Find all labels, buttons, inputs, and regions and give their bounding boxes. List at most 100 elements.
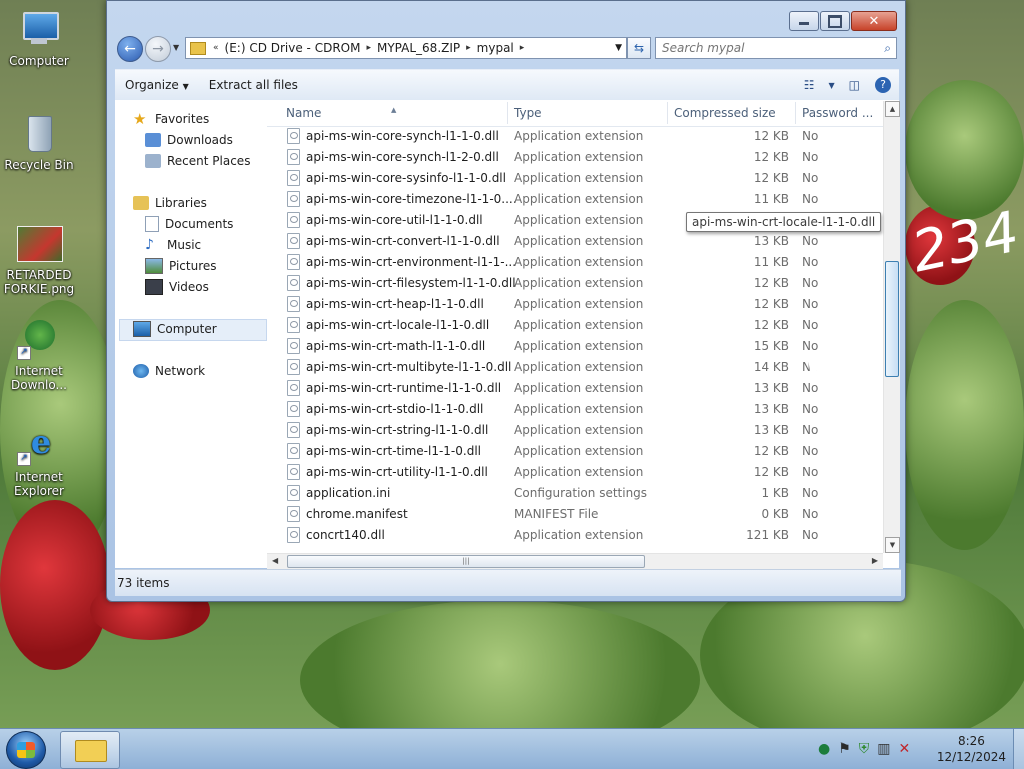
- minimize-button[interactable]: [789, 11, 819, 31]
- search-input[interactable]: [656, 40, 874, 56]
- file-row[interactable]: api-ms-win-crt-math-l1-1-0.dll Applicatio…: [267, 335, 883, 356]
- nav-computer[interactable]: Computer: [133, 320, 217, 338]
- security-shield-icon[interactable]: ⛨: [859, 741, 870, 757]
- nav-network[interactable]: Network: [133, 362, 205, 380]
- file-name: api-ms-win-crt-heap-l1-1-0.dll: [306, 296, 484, 311]
- clock[interactable]: 8:26 12/12/2024: [937, 733, 1006, 765]
- vertical-scroll-thumb[interactable]: [885, 261, 899, 377]
- start-button[interactable]: [6, 731, 46, 769]
- volume-muted-icon[interactable]: ✕: [899, 741, 911, 757]
- file-type: MANIFEST File: [514, 506, 599, 521]
- scroll-left-button[interactable]: ◀: [272, 556, 278, 565]
- nav-recent-places[interactable]: Recent Places: [145, 152, 250, 170]
- search-box[interactable]: ⌕: [655, 37, 897, 59]
- close-button[interactable]: ✕: [851, 11, 897, 31]
- view-dropdown-icon[interactable]: ▼: [822, 81, 842, 90]
- file-row[interactable]: api-ms-win-crt-locale-l1-1-0.dll Applicat…: [267, 314, 883, 335]
- breadcrumb-zip[interactable]: MYPAL_68.ZIP: [374, 41, 463, 55]
- column-divider[interactable]: [667, 102, 668, 124]
- back-button[interactable]: ←: [117, 36, 143, 62]
- refresh-button[interactable]: ⇆: [627, 37, 651, 59]
- network-tray-icon[interactable]: ▥: [877, 741, 890, 757]
- breadcrumb-mypal[interactable]: mypal: [474, 41, 517, 55]
- show-desktop-button[interactable]: [1013, 729, 1024, 769]
- nav-music[interactable]: ♪ Music: [145, 236, 201, 254]
- breadcrumb-arrow-icon[interactable]: ▸: [363, 43, 374, 53]
- file-row[interactable]: concrt140.dll Application extension 121 KB…: [267, 524, 883, 545]
- file-row[interactable]: api-ms-win-crt-runtime-l1-1-0.dll Applica…: [267, 377, 883, 398]
- nav-favorites[interactable]: ★ Favorites: [133, 110, 209, 128]
- file-row[interactable]: api-ms-win-crt-stdio-l1-1-0.dll Applicati…: [267, 398, 883, 419]
- desktop-icon-internet-explorer[interactable]: e ↗ Internet Explorer: [1, 426, 77, 498]
- column-compressed-size[interactable]: Compressed size: [674, 106, 776, 120]
- file-row[interactable]: api-ms-win-core-timezone-l1-1-0.... Appli…: [267, 188, 883, 209]
- file-row[interactable]: api-ms-win-core-synch-l1-2-0.dll Applicat…: [267, 146, 883, 167]
- file-type: Application extension: [514, 170, 644, 185]
- search-icon[interactable]: ⌕: [884, 41, 891, 56]
- horizontal-scrollbar[interactable]: ◀ ||| ▶: [267, 553, 883, 569]
- help-icon[interactable]: ?: [875, 77, 891, 93]
- file-row[interactable]: api-ms-win-core-synch-l1-1-0.dll Applicat…: [267, 125, 883, 146]
- organize-menu[interactable]: Organize ▼: [115, 78, 199, 92]
- file-row[interactable]: api-ms-win-crt-convert-l1-1-0.dll Applica…: [267, 230, 883, 251]
- column-password[interactable]: Password ...: [802, 106, 873, 120]
- file-password: No: [802, 317, 819, 332]
- nav-documents[interactable]: Documents: [145, 215, 233, 233]
- download-manager-tray-icon[interactable]: ●: [818, 741, 830, 757]
- desktop-icon-computer[interactable]: Computer: [1, 10, 77, 68]
- file-row[interactable]: api-ms-win-crt-string-l1-1-0.dll Applicat…: [267, 419, 883, 440]
- column-type[interactable]: Type: [514, 106, 542, 120]
- recent-pages-dropdown[interactable]: ▼: [173, 43, 179, 52]
- horizontal-scroll-thumb[interactable]: |||: [287, 555, 645, 568]
- overflow-chevron-icon[interactable]: «: [210, 43, 222, 53]
- file-row[interactable]: api-ms-win-crt-multibyte-l1-1-0.dll Appli…: [267, 356, 883, 377]
- scroll-right-button[interactable]: ▶: [872, 556, 878, 565]
- file-row[interactable]: api-ms-win-crt-filesystem-l1-1-0.dll Appl…: [267, 272, 883, 293]
- file-row[interactable]: api-ms-win-crt-heap-l1-1-0.dll Applicatio…: [267, 293, 883, 314]
- breadcrumb-cd-drive[interactable]: (E:) CD Drive - CDROM: [222, 41, 364, 55]
- desktop-icon-internet-download-manager[interactable]: ↗ Internet Downlo...: [1, 320, 77, 392]
- wallpaper-leaf: [905, 80, 1024, 220]
- file-icon: [287, 506, 300, 522]
- wallpaper-leaf: [905, 300, 1024, 550]
- vertical-scrollbar[interactable]: ▲ ▼: [883, 101, 900, 553]
- file-name: api-ms-win-crt-multibyte-l1-1-0.dll: [306, 359, 512, 374]
- extract-all-files-button[interactable]: Extract all files: [199, 78, 308, 92]
- action-center-flag-icon[interactable]: ⚑: [838, 741, 851, 757]
- shortcut-arrow-icon: ↗: [17, 452, 31, 466]
- nav-videos[interactable]: Videos: [145, 278, 209, 296]
- file-icon: [287, 401, 300, 417]
- file-name: api-ms-win-crt-convert-l1-1-0.dll: [306, 233, 500, 248]
- file-size: 13 KB: [753, 233, 789, 248]
- column-name[interactable]: Name: [286, 106, 321, 120]
- taskbar-explorer-button[interactable]: [60, 731, 120, 769]
- column-divider[interactable]: [795, 102, 796, 124]
- nav-pictures[interactable]: Pictures: [145, 257, 217, 275]
- preview-pane-icon[interactable]: ◫: [842, 78, 867, 92]
- file-row[interactable]: api-ms-win-crt-time-l1-1-0.dll Applicatio…: [267, 440, 883, 461]
- nav-downloads[interactable]: Downloads: [145, 131, 233, 149]
- file-size: 11 KB: [753, 254, 789, 269]
- desktop-icon-recycle-bin[interactable]: Recycle Bin: [1, 114, 77, 172]
- explorer-window[interactable]: ✕ ← → ▼ « (E:) CD Drive - CDROM ▸ MYPAL_…: [106, 0, 906, 602]
- maximize-button[interactable]: [820, 11, 850, 31]
- filename-tooltip: api-ms-win-crt-locale-l1-1-0.dll: [686, 212, 882, 232]
- file-row[interactable]: api-ms-win-core-sysinfo-l1-1-0.dll Applic…: [267, 167, 883, 188]
- file-row[interactable]: chrome.manifest MANIFEST File 0 KB No: [267, 503, 883, 524]
- address-dropdown-icon[interactable]: ▼: [615, 43, 626, 53]
- desktop-icon-image-file[interactable]: RETARDED FORKIE.png: [1, 224, 77, 296]
- file-row[interactable]: application.ini Configuration settings 1 K…: [267, 482, 883, 503]
- scroll-down-button[interactable]: ▼: [885, 537, 900, 553]
- change-view-icon[interactable]: ☷: [797, 78, 822, 92]
- nav-libraries[interactable]: Libraries: [133, 194, 207, 212]
- file-type: Application extension: [514, 149, 644, 164]
- scroll-up-button[interactable]: ▲: [885, 101, 900, 117]
- breadcrumb-arrow-icon[interactable]: ▸: [463, 43, 474, 53]
- file-row[interactable]: api-ms-win-crt-utility-l1-1-0.dll Applica…: [267, 461, 883, 482]
- column-divider[interactable]: [507, 102, 508, 124]
- breadcrumb-arrow-icon[interactable]: ▸: [517, 43, 528, 53]
- address-bar[interactable]: « (E:) CD Drive - CDROM ▸ MYPAL_68.ZIP ▸…: [185, 37, 627, 59]
- file-row[interactable]: api-ms-win-crt-environment-l1-1-... Appli…: [267, 251, 883, 272]
- file-icon: [287, 380, 300, 396]
- forward-button[interactable]: →: [145, 36, 171, 62]
